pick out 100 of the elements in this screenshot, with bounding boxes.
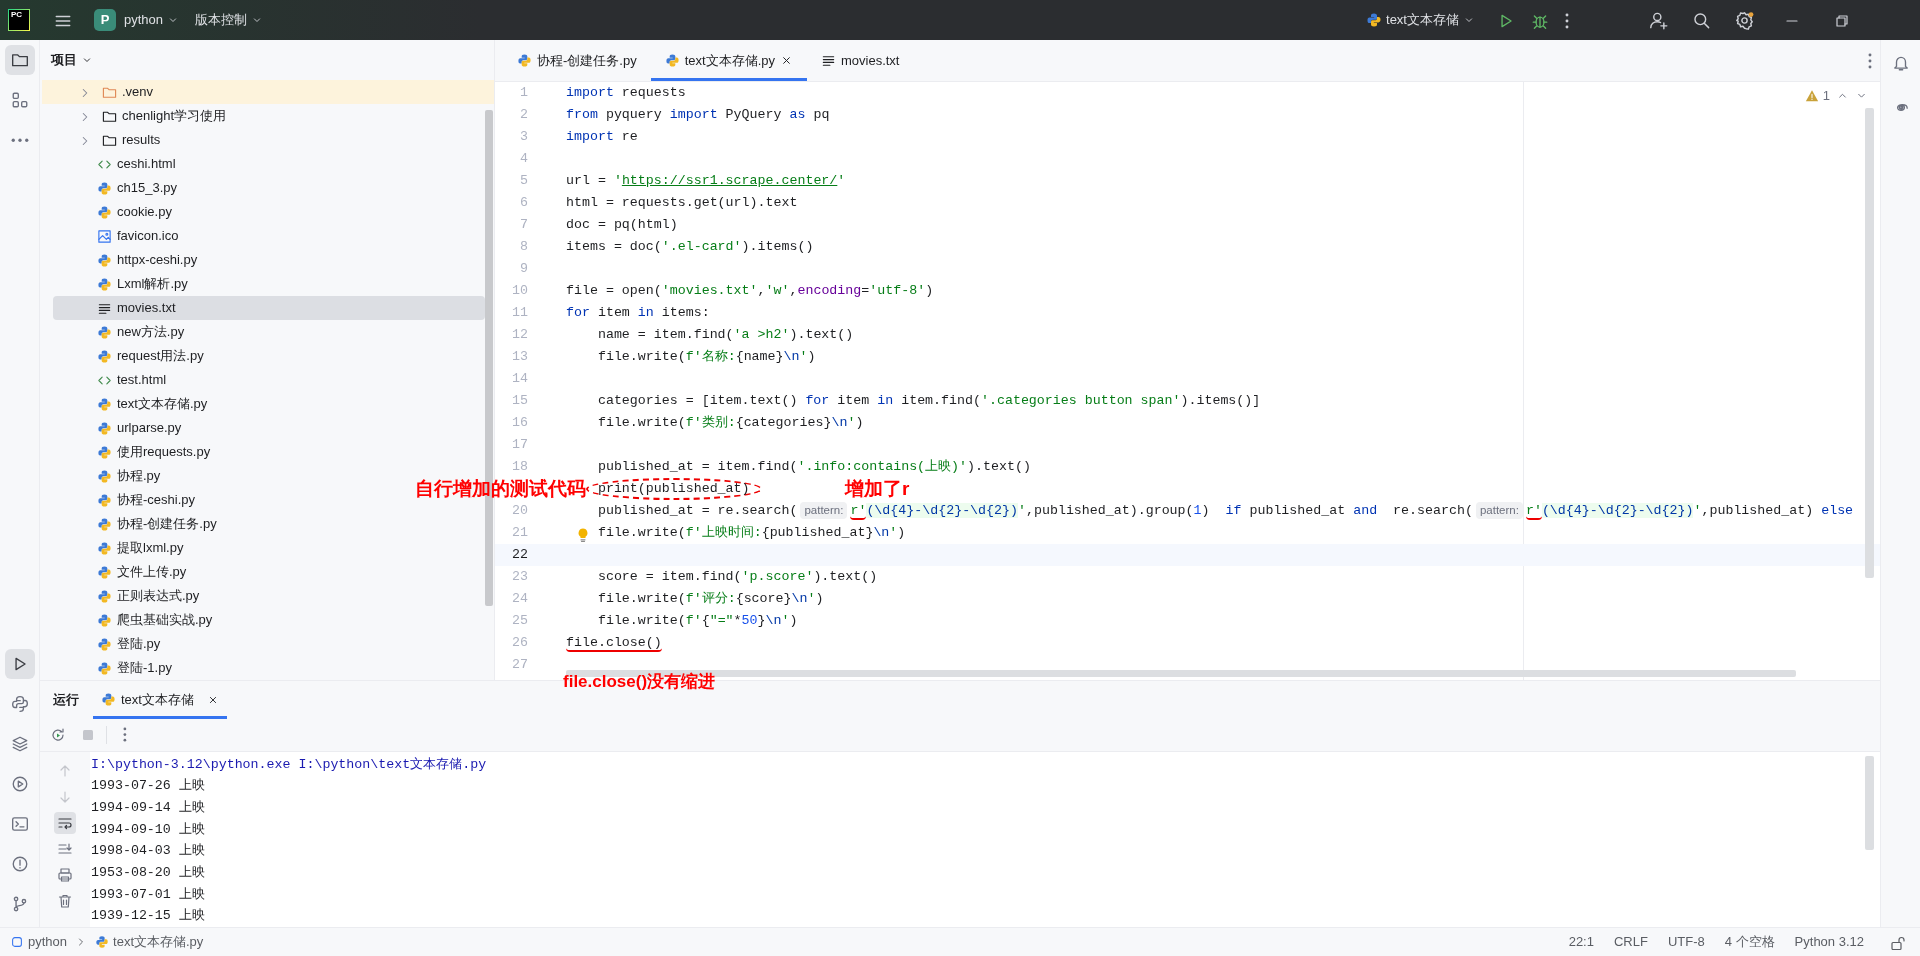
more-icon[interactable] [123,727,127,743]
line-number: 17 [512,437,528,452]
tree-item[interactable]: .venv [42,80,494,104]
alert-icon [10,855,29,873]
console-tool-button[interactable] [54,811,76,834]
console-line: 1998-04-03 上映 [91,842,206,861]
code-line: url = 'https://ssr1.scrape.center/' [566,172,846,190]
editor-tab[interactable]: 协程-创建任务.py [503,40,651,81]
tree-item[interactable]: text文本存储.py [42,392,208,416]
python-file-icon [97,636,112,652]
vcs-menu[interactable]: 版本控制 [189,6,270,34]
breadcrumb[interactable]: python [28,932,68,952]
tree-item[interactable]: movies.txt [53,296,485,320]
line-number: 10 [512,283,528,298]
line-number: 18 [512,459,528,474]
tree-item[interactable]: 协程.py [42,464,161,488]
status-item[interactable]: 4 个空格 [1714,932,1785,952]
panel-title[interactable]: 项目 [43,50,77,70]
status-item[interactable]: UTF-8 [1657,932,1715,952]
python-file-icon [97,396,112,412]
run-config-selector[interactable]: text文本存储 [1360,6,1481,34]
tool-window-button[interactable] [4,45,35,75]
status-item[interactable]: CRLF [1603,932,1658,952]
scrollbar[interactable] [1865,755,1874,850]
tree-item[interactable]: chenlight学习使用 [42,104,227,128]
editor-tab[interactable]: text文本存储.py [650,40,807,81]
console-line: 1993-07-26 上映 [91,777,206,796]
tree-item[interactable]: 文件上传.py [42,560,187,584]
settings-icon[interactable] [1735,11,1754,31]
annotation-label: 自行增加的测试代码 [415,479,586,500]
tree-item[interactable]: request用法.py [42,344,204,368]
structure-icon [10,91,29,109]
python-file-icon [97,588,112,604]
tree-item[interactable]: 正则表达式.py [42,584,200,608]
code-line: items = doc('.el-card').items() [566,238,814,256]
tree-item[interactable]: 登陆-1.py [42,656,172,680]
more-icon[interactable] [1565,12,1569,29]
python-file-icon [97,444,112,460]
tree-item[interactable]: 爬虫基础实战.py [42,608,213,632]
tree-item[interactable]: Lxml解析.py [42,272,188,296]
tree-item[interactable]: 登陆.py [42,632,161,656]
tool-window-button[interactable] [4,649,35,679]
code-line: for item in items: [566,304,710,322]
code-line: file = open('movies.txt','w',encoding='utf-8') [566,282,934,300]
code-line: file.write(f'类别:{categories}\n') [597,414,864,432]
breadcrumb[interactable]: text文本存储.py [113,932,204,952]
warning-counter[interactable]: 1 [1804,86,1830,106]
python-file-icon [97,564,112,580]
tree-item[interactable]: favicon.ico [42,224,179,248]
more-icon[interactable] [1868,52,1872,69]
python-file-icon [664,53,680,68]
scrollbar[interactable] [1865,108,1874,578]
tree-item[interactable]: urlparse.py [42,416,182,440]
tree-item[interactable]: ch15_3.py [42,176,177,200]
tree-item[interactable]: 协程-创建任务.py [42,512,217,536]
bell-icon[interactable] [1891,54,1910,72]
python-file-icon [97,516,112,532]
line-number: 16 [512,415,528,430]
restore-icon[interactable] [1834,12,1850,29]
search-icon[interactable] [1692,11,1711,31]
unlock-icon[interactable] [1890,934,1906,951]
python-file-icon [97,252,112,268]
tree-item[interactable]: cookie.py [42,200,172,224]
line-number: 21 [512,525,528,540]
line-number: 5 [520,173,528,188]
console-line: 1994-09-14 上映 [91,798,206,817]
run-tab[interactable]: text文本存储 [93,681,227,719]
console-line: 1994-09-10 上映 [91,820,206,839]
line-number: 4 [520,151,528,166]
tree-item[interactable]: ceshi.html [42,152,176,176]
tree-item[interactable]: httpx-ceshi.py [42,248,198,272]
play-circle-icon [10,775,29,793]
console-line: 1993-07-01 上映 [91,885,206,904]
project-switcher[interactable]: P python [88,5,186,35]
editor-tab[interactable]: movies.txt [806,40,914,81]
python-file-icon [101,692,116,708]
line-number: 25 [512,613,528,628]
tree-item[interactable]: new方法.py [42,320,185,344]
annotation-label: file.close()没有缩进 [563,673,716,692]
code-line: categories = [item.text() for item in item.find('.categories button span').items()] [597,392,1261,410]
tree-item[interactable]: 提取lxml.py [42,536,184,560]
project-badge: P [94,9,116,31]
tree-item[interactable]: 协程-ceshi.py [42,488,196,512]
tree-item[interactable]: 使用requests.py [42,440,211,464]
line-number: 27 [512,657,528,672]
add-user-icon[interactable] [1649,11,1668,31]
python-file-icon [97,612,112,628]
console-line: I:\python-3.12\python.exe I:\python\text文本存储.py [91,755,487,774]
status-item[interactable]: 22:1 [1558,932,1604,952]
python-file-icon [97,204,112,220]
line-number: 20 [512,503,528,518]
rerun-icon[interactable] [50,726,66,743]
python-file-icon [517,53,532,68]
code-line: import requests [566,84,686,102]
code-line: file.write(f'上映时间:{published_at}\n') [597,524,906,542]
code-line: html = requests.get(url).text [566,194,798,212]
status-item[interactable]: Python 3.12 [1784,932,1874,952]
tree-item[interactable]: test.html [42,368,167,392]
text-file-icon [820,53,836,68]
tree-item[interactable]: results [42,128,161,152]
